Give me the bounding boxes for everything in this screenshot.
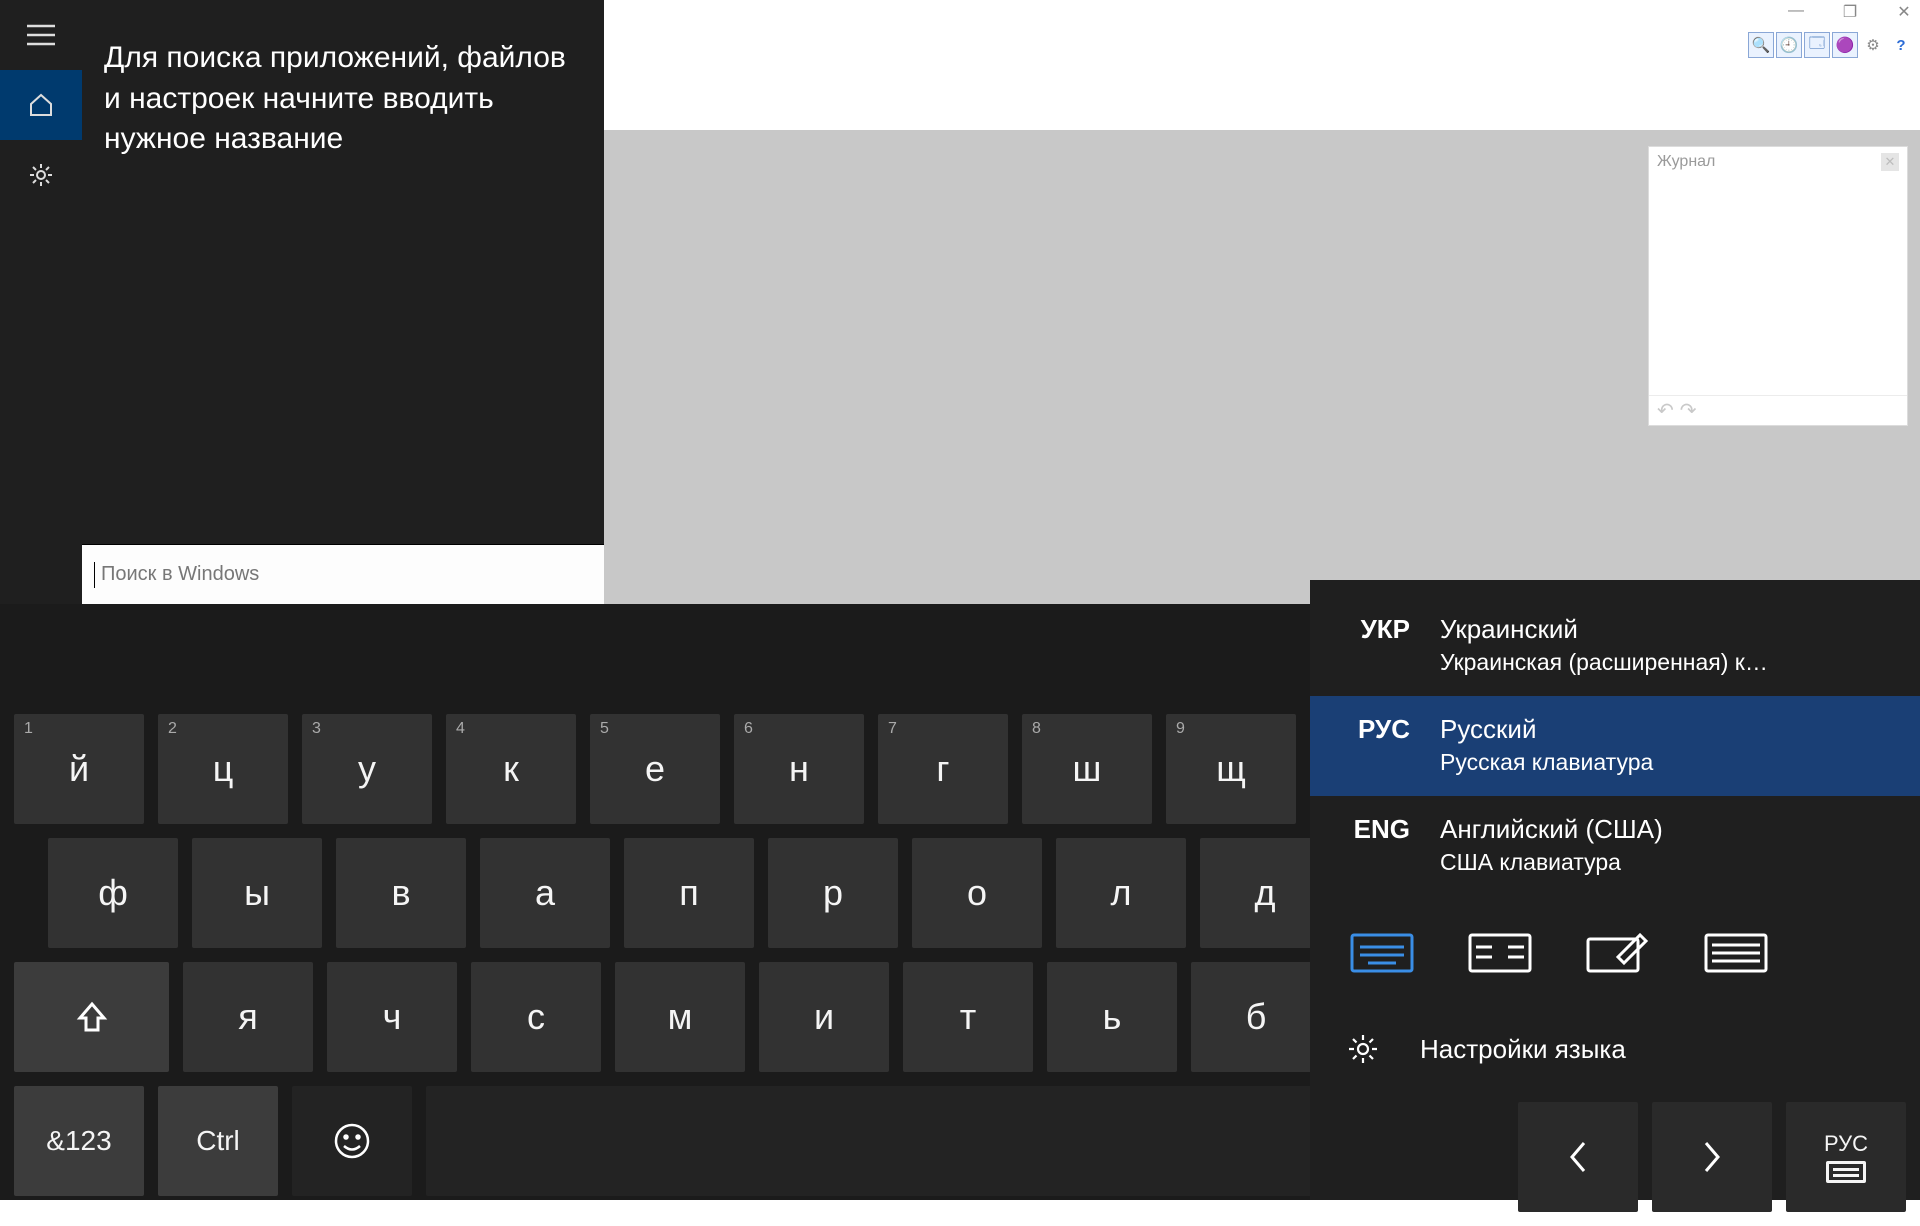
- window-controls: — ❐ ✕: [1786, 2, 1914, 22]
- tool-color-icon[interactable]: 🟣: [1832, 32, 1858, 58]
- search-rail: [0, 0, 82, 604]
- key-б[interactable]: б: [1191, 962, 1321, 1072]
- search-hint-text: Для поиска приложений, файлов и настроек…: [82, 0, 604, 160]
- key-я[interactable]: я: [183, 962, 313, 1072]
- lang-detail: Русская клавиатура: [1440, 749, 1653, 776]
- history-close-icon[interactable]: ✕: [1881, 153, 1899, 171]
- maximize-button[interactable]: ❐: [1840, 2, 1860, 22]
- symbols-key[interactable]: &123: [14, 1086, 144, 1196]
- keyboard-icon: [1826, 1161, 1866, 1183]
- key-ч[interactable]: ч: [327, 962, 457, 1072]
- lang-detail: Украинская (расширенная) к…: [1440, 649, 1768, 676]
- key-р[interactable]: р: [768, 838, 898, 948]
- key-щ[interactable]: 9щ: [1166, 714, 1296, 824]
- history-panel: Журнал ✕ ↶ ↷: [1648, 146, 1908, 426]
- search-input[interactable]: Поиск в Windows: [82, 544, 604, 604]
- lang-name: Русский: [1440, 714, 1653, 745]
- key-ш[interactable]: 8ш: [1022, 714, 1152, 824]
- history-redo-icon[interactable]: ↷: [1680, 398, 1697, 423]
- emoji-key[interactable]: [292, 1086, 412, 1196]
- gear-icon: [1346, 1032, 1380, 1066]
- lang-option-ENG[interactable]: ENG Английский (США) США клавиатура: [1310, 796, 1920, 896]
- key-т[interactable]: т: [903, 962, 1033, 1072]
- language-settings-button[interactable]: Настройки языка: [1310, 1010, 1920, 1088]
- key-ы[interactable]: ы: [192, 838, 322, 948]
- key-у[interactable]: 3у: [302, 714, 432, 824]
- quick-toolbar: 🔍 🕘 🗔 🟣 ⚙ ?: [1748, 32, 1914, 58]
- key-ь[interactable]: ь: [1047, 962, 1177, 1072]
- key-н[interactable]: 6н: [734, 714, 864, 824]
- key-о[interactable]: о: [912, 838, 1042, 948]
- start-search-flyout: Для поиска приложений, файлов и настроек…: [0, 0, 604, 604]
- layout-standard-icon[interactable]: [1346, 930, 1418, 976]
- lang-indicator-label: РУС: [1824, 1131, 1868, 1157]
- search-placeholder: Поиск в Windows: [101, 563, 259, 586]
- tool-help-icon[interactable]: ?: [1888, 32, 1914, 58]
- language-flyout: УКР Украинский Украинская (расширенная) к……: [1310, 580, 1920, 1200]
- lang-name: Английский (США): [1440, 814, 1663, 845]
- lang-option-УКР[interactable]: УКР Украинский Украинская (расширенная) к…: [1310, 596, 1920, 696]
- key-и[interactable]: и: [759, 962, 889, 1072]
- lang-code: ENG: [1340, 814, 1410, 845]
- tool-window-icon[interactable]: 🗔: [1804, 32, 1830, 58]
- key-а[interactable]: а: [480, 838, 610, 948]
- home-button[interactable]: [0, 70, 82, 140]
- lang-option-РУС[interactable]: РУС Русский Русская клавиатура: [1310, 696, 1920, 796]
- key-л[interactable]: л: [1056, 838, 1186, 948]
- layout-full-icon[interactable]: [1700, 930, 1772, 976]
- key-г[interactable]: 7г: [878, 714, 1008, 824]
- key-с[interactable]: с: [471, 962, 601, 1072]
- layout-handwriting-icon[interactable]: [1582, 930, 1654, 976]
- key-в[interactable]: в: [336, 838, 466, 948]
- rail-settings-button[interactable]: [0, 140, 82, 210]
- lang-indicator-button[interactable]: РУС: [1786, 1102, 1906, 1212]
- lang-nav-right[interactable]: [1652, 1102, 1772, 1212]
- lang-code: РУС: [1340, 714, 1410, 745]
- shift-key[interactable]: [14, 962, 169, 1072]
- close-window-button[interactable]: ✕: [1894, 2, 1914, 22]
- lang-name: Украинский: [1440, 614, 1768, 645]
- lang-detail: США клавиатура: [1440, 849, 1663, 876]
- minimize-button[interactable]: —: [1786, 2, 1806, 22]
- key-ф[interactable]: ф: [48, 838, 178, 948]
- layout-split-icon[interactable]: [1464, 930, 1536, 976]
- tool-magnifier-icon[interactable]: 🔍: [1748, 32, 1774, 58]
- lang-nav-left[interactable]: [1518, 1102, 1638, 1212]
- text-caret: [94, 562, 95, 588]
- tool-clock-icon[interactable]: 🕘: [1776, 32, 1802, 58]
- key-п[interactable]: п: [624, 838, 754, 948]
- key-й[interactable]: 1й: [14, 714, 144, 824]
- key-м[interactable]: м: [615, 962, 745, 1072]
- tool-gear-icon[interactable]: ⚙: [1860, 32, 1886, 58]
- key-к[interactable]: 4к: [446, 714, 576, 824]
- lang-code: УКР: [1340, 614, 1410, 645]
- language-settings-label: Настройки языка: [1420, 1034, 1626, 1065]
- key-е[interactable]: 5е: [590, 714, 720, 824]
- hamburger-button[interactable]: [0, 0, 82, 70]
- ctrl-key[interactable]: Ctrl: [158, 1086, 278, 1196]
- keyboard-layout-row: [1310, 912, 1920, 994]
- history-title: Журнал: [1657, 153, 1715, 171]
- key-ц[interactable]: 2ц: [158, 714, 288, 824]
- history-undo-icon[interactable]: ↶: [1657, 398, 1674, 423]
